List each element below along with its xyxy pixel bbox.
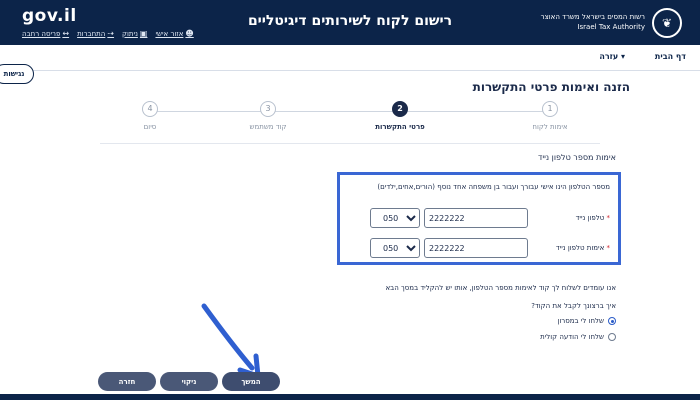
login-icon: ⇢ bbox=[107, 29, 115, 38]
radio-voice-option[interactable]: שלחו לי הודעה קולית bbox=[540, 333, 616, 341]
confirm-prefix-select[interactable]: 050 bbox=[370, 238, 420, 258]
step-1: 1 אימות לקוח bbox=[500, 101, 600, 131]
authority-english: Israel Tax Authority bbox=[577, 23, 645, 31]
confirm-number-input[interactable] bbox=[424, 238, 528, 258]
clear-button[interactable]: ניקוי bbox=[160, 372, 218, 391]
wide-layout-icon: ↔ bbox=[62, 29, 70, 38]
step-4-label: סיום bbox=[143, 123, 157, 131]
section-title: אימות מספר טלפון נייד bbox=[537, 153, 616, 162]
phone-hint: מספר הטלפון הינו אישי עבורך ועבור בן משפ… bbox=[377, 183, 610, 191]
lock-icon: ▣ bbox=[139, 29, 148, 38]
step-4-circle: 4 bbox=[142, 101, 158, 117]
wide-layout-link[interactable]: ↔ פריסה רחבה bbox=[22, 29, 69, 38]
step-2-label: פרטי התקשרות bbox=[375, 123, 425, 131]
radio-sms-option[interactable]: שלחו לי במסרון bbox=[557, 317, 616, 325]
user-icon: ☻ bbox=[185, 29, 194, 38]
step-2: 2 פרטי התקשרות bbox=[350, 101, 450, 131]
authority-name: רשות המסים בישראל משרד האוצר Israel Tax … bbox=[541, 12, 645, 32]
login-link[interactable]: ⇢ התחברות bbox=[77, 29, 114, 38]
step-2-circle: 2 bbox=[392, 101, 408, 117]
personal-area-link[interactable]: ☻ אזור אישי bbox=[155, 29, 193, 38]
page-title: הזנה ואימות פרטי התקשרות bbox=[472, 80, 630, 94]
mobile-prefix-select[interactable]: 050 bbox=[370, 208, 420, 228]
step-1-circle: 1 bbox=[542, 101, 558, 117]
top-header: gov.il ☻ אזור אישי ▣ ניתוק ⇢ התחברות ↔ פריסה… bbox=[0, 0, 700, 45]
phone-verification-box: מספר הטלפון הינו אישי עבורך ועבור בן משפ… bbox=[337, 172, 621, 265]
confirm-phone-row: 050 * אימות טלפון נייד bbox=[370, 238, 610, 260]
back-button[interactable]: חזרה bbox=[98, 372, 156, 391]
footer-strip bbox=[0, 394, 700, 400]
mobile-number-input[interactable] bbox=[424, 208, 528, 228]
accessibility-button[interactable]: נגישות bbox=[0, 64, 34, 84]
radio-voice-dot[interactable] bbox=[608, 333, 616, 341]
confirm-phone-label: * אימות טלפון נייד bbox=[555, 244, 610, 252]
annotation-arrow-icon bbox=[201, 303, 261, 379]
step-3-label: קוד משתמש bbox=[249, 123, 287, 131]
menorah-emblem-icon[interactable]: ❦ bbox=[652, 8, 682, 38]
next-button[interactable]: המשך bbox=[222, 372, 280, 391]
nav-home-link[interactable]: דף הבית bbox=[655, 52, 686, 61]
step-1-label: אימות לקוח bbox=[532, 123, 568, 131]
logout-link[interactable]: ▣ ניתוק bbox=[122, 29, 147, 38]
main-nav: דף הבית עזרה ▾ bbox=[0, 45, 700, 71]
radio-sms-label: שלחו לי במסרון bbox=[557, 317, 604, 325]
radio-sms-dot[interactable] bbox=[608, 317, 616, 325]
authority-hebrew: רשות המסים בישראל משרד האוצר bbox=[540, 13, 645, 21]
radio-voice-label: שלחו לי הודעה קולית bbox=[540, 333, 604, 341]
progress-stepper: 1 אימות לקוח 2 פרטי התקשרות 3 קוד משתמש … bbox=[100, 101, 600, 141]
nav-help-dropdown[interactable]: עזרה ▾ bbox=[599, 52, 625, 61]
step-3-circle: 3 bbox=[260, 101, 276, 117]
step-4: 4 סיום bbox=[100, 101, 200, 131]
step-3: 3 קוד משתמש bbox=[218, 101, 318, 131]
header-links: ☻ אזור אישי ▣ ניתוק ⇢ התחברות ↔ פריסה רחבה bbox=[22, 29, 194, 38]
code-note: אנו עומדים לשלוח לך קוד לאימות מספר הטלפ… bbox=[385, 284, 616, 292]
mobile-phone-row: 050 * טלפון נייד bbox=[370, 208, 610, 230]
delivery-question: איך ברצונך לקבל את הקוד? bbox=[531, 302, 616, 310]
mobile-phone-label: * טלפון נייד bbox=[575, 214, 610, 222]
stepper-divider bbox=[100, 143, 600, 144]
